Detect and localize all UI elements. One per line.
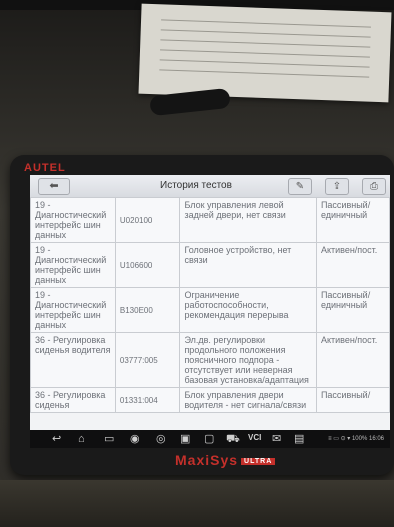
system-cell: 19 - Диагностический интерфейс шин данны… [30,242,116,288]
system-cell: 19 - Диагностический интерфейс шин данны… [30,197,116,243]
pdf-icon[interactable]: ▤ [294,432,304,446]
description-cell: Блок управления двери водителя - нет сиг… [179,387,317,413]
mount-bracket [0,480,394,527]
status-cell: Пассивный/единичный [315,197,390,243]
recent-apps-icon[interactable]: ▭ [104,432,114,446]
paper-document [138,3,392,103]
system-cell: 19 - Диагностический интерфейс шин данны… [30,287,116,333]
brand-logo-top: AUTEL [24,162,66,174]
description-cell: Головное устройство, нет связи [179,242,317,288]
test-history-table: 19 - Диагностический интерфейс шин данны… [30,197,390,413]
code-cell: U106600 [114,242,181,288]
status-bar: ≡ ▭ ⊙ ▾ 100% 16:06 [328,436,384,442]
toolbar: ⬅ История тестов ✎ ⇪ ⎙ [30,175,390,198]
code-cell: 01331:004 [114,387,181,413]
vcl-icon[interactable]: VCI [248,433,261,442]
table-row[interactable]: 19 - Диагностический интерфейс шин данны… [30,197,390,243]
description-cell: Эл.дв. регулировки продольного положения… [179,332,317,388]
back-arrow-icon[interactable]: ⬅ [38,178,70,195]
tablet-screen: ⬅ История тестов ✎ ⇪ ⎙ 19 - Диагностичес… [30,175,390,430]
android-nav-bar: ↩ ⌂ ▭ ◉ ◎ ▣ ▢ ⛟ VCI ✉ ▤ ≡ ▭ ⊙ ▾ 100% 16:… [30,430,390,448]
brand-name: MaxiSys [175,452,239,468]
page-title: История тестов [160,180,232,191]
chrome-icon[interactable]: ◉ [130,432,140,446]
share-icon[interactable]: ⇪ [325,178,349,195]
system-cell: 36 - Регулировка сиденья [30,387,116,413]
brand-badge: ULTRA [241,457,276,465]
code-cell: B130E00 [114,287,181,333]
screen-icon[interactable]: ▣ [180,432,190,446]
print-icon[interactable]: ⎙ [362,178,386,195]
code-cell: U020100 [114,197,181,243]
code-cell: 03777:005 [114,332,181,388]
camera-icon[interactable]: ◎ [156,432,166,446]
status-cell: Активен/пост. [315,242,390,288]
description-cell: Блок управления левой задней двери, нет … [179,197,317,243]
status-cell: Активен/пост. [315,332,390,388]
status-cell: Пассивный/единичный [315,287,390,333]
description-cell: Ограничение работоспособности, рекоменда… [179,287,317,333]
table-row[interactable]: 19 - Диагностический интерфейс шин данны… [30,242,390,288]
table-row[interactable]: 19 - Диагностический интерфейс шин данны… [30,287,390,333]
display-icon[interactable]: ▢ [204,432,214,446]
home-icon[interactable]: ⌂ [78,432,85,446]
status-cell: Пассивный/ [315,387,390,413]
edit-icon[interactable]: ✎ [288,178,312,195]
mail-icon[interactable]: ✉ [272,432,281,446]
back-icon[interactable]: ↩ [52,432,61,446]
brand-logo-bottom: MaxiSys ULTRA [175,452,276,468]
photo-background: AUTEL ⬅ История тестов ✎ ⇪ ⎙ 19 - Диагно… [0,0,394,527]
system-cell: 36 - Регулировка сиденья водителя [30,332,116,388]
table-row[interactable]: 36 - Регулировка сиденья 01331:004 Блок … [30,387,390,413]
car-icon[interactable]: ⛟ [226,432,240,446]
table-row[interactable]: 36 - Регулировка сиденья водителя 03777:… [30,332,390,388]
